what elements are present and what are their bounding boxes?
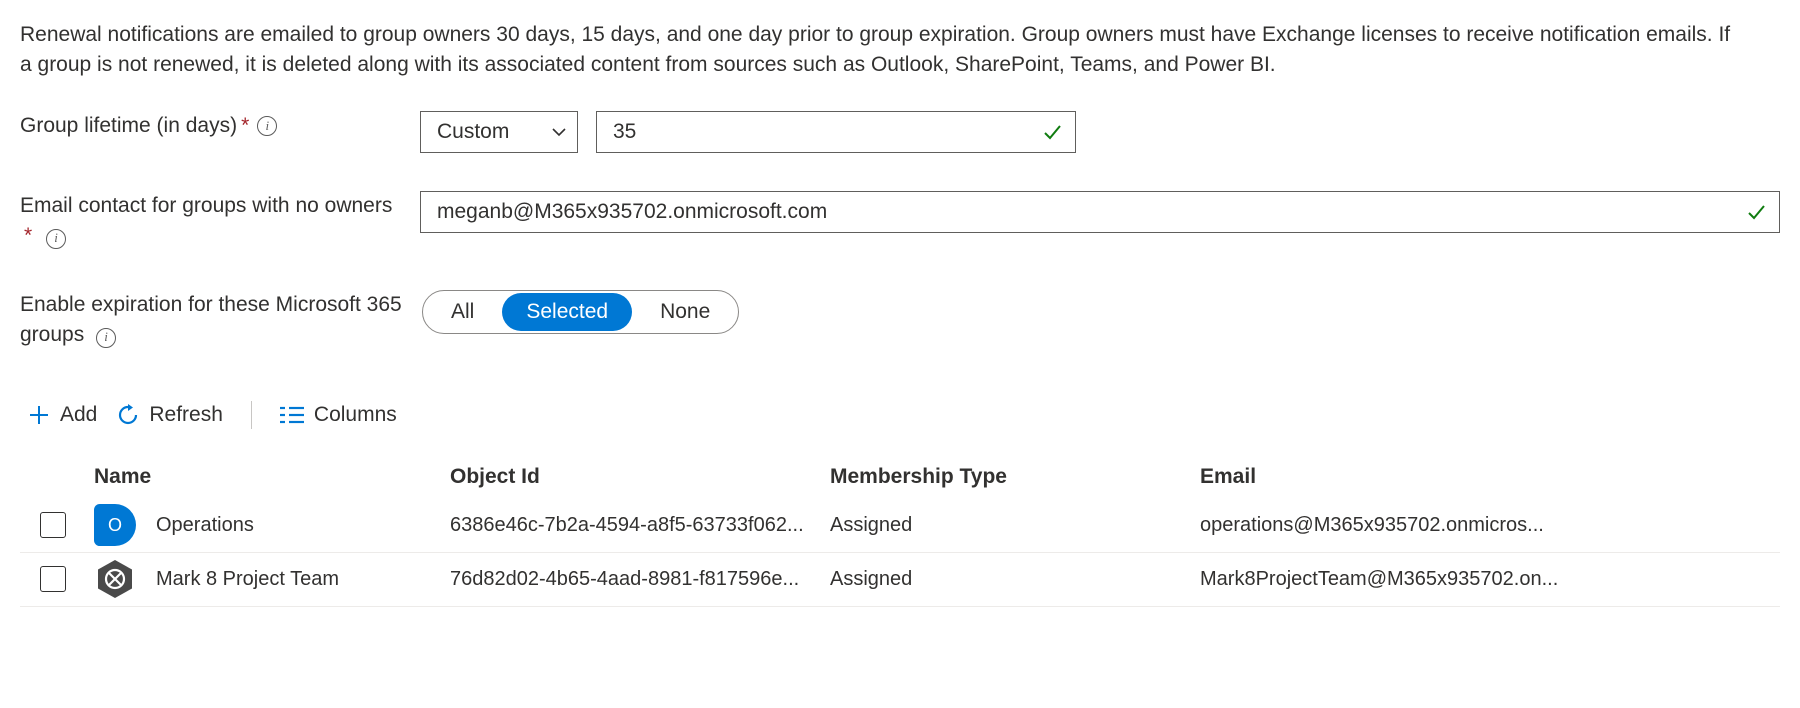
table-header-row: Name Object Id Membership Type Email xyxy=(20,455,1780,499)
chevron-down-icon xyxy=(551,124,567,140)
row-mtype: Assigned xyxy=(830,568,1200,591)
toggle-selected[interactable]: Selected xyxy=(502,293,632,331)
lifetime-mode-value: Custom xyxy=(437,120,509,144)
toggle-all[interactable]: All xyxy=(423,291,502,333)
refresh-label: Refresh xyxy=(149,403,223,427)
row-name: Mark 8 Project Team xyxy=(156,568,339,591)
col-header-name[interactable]: Name xyxy=(80,465,450,489)
row-objid: 76d82d02-4b65-4aad-8981-f817596e... xyxy=(450,568,830,591)
enable-expiration-label: Enable expiration for these Microsoft 36… xyxy=(20,293,402,346)
intro-text: Renewal notifications are emailed to gro… xyxy=(20,20,1740,81)
plus-icon xyxy=(28,404,50,426)
row-name: Operations xyxy=(156,514,254,537)
row-mtype: Assigned xyxy=(830,514,1200,537)
col-header-mtype[interactable]: Membership Type xyxy=(830,465,1200,489)
expiration-scope-toggle: All Selected None xyxy=(422,290,739,334)
table-row[interactable]: Mark 8 Project Team 76d82d02-4b65-4aad-8… xyxy=(20,553,1780,607)
col-header-email[interactable]: Email xyxy=(1200,465,1780,489)
lifetime-mode-dropdown[interactable]: Custom xyxy=(420,111,578,153)
email-contact-value: meganb@M365x935702.onmicrosoft.com xyxy=(437,200,1745,224)
info-icon[interactable]: i xyxy=(96,328,116,348)
add-button[interactable]: Add xyxy=(28,403,97,427)
columns-icon xyxy=(280,404,304,426)
lifetime-value: 35 xyxy=(613,120,1041,144)
email-contact-label: Email contact for groups with no owners xyxy=(20,194,392,217)
toolbar-separator xyxy=(251,401,252,429)
email-contact-input[interactable]: meganb@M365x935702.onmicrosoft.com xyxy=(420,191,1780,233)
check-icon xyxy=(1041,121,1063,143)
row-checkbox[interactable] xyxy=(40,512,66,538)
refresh-button[interactable]: Refresh xyxy=(117,403,223,427)
columns-button[interactable]: Columns xyxy=(280,403,397,427)
row-email: Mark8ProjectTeam@M365x935702.on... xyxy=(1200,568,1780,591)
row-objid: 6386e46c-7b2a-4594-a8f5-63733f062... xyxy=(450,514,830,537)
group-lifetime-label: Group lifetime (in days) xyxy=(20,111,237,141)
table-row[interactable]: O Operations 6386e46c-7b2a-4594-a8f5-637… xyxy=(20,499,1780,553)
lifetime-value-input[interactable]: 35 xyxy=(596,111,1076,153)
group-avatar xyxy=(94,558,136,600)
row-checkbox[interactable] xyxy=(40,566,66,592)
refresh-icon xyxy=(117,404,139,426)
toggle-none[interactable]: None xyxy=(632,291,738,333)
required-asterisk: * xyxy=(24,224,32,247)
col-header-objid[interactable]: Object Id xyxy=(450,465,830,489)
required-asterisk: * xyxy=(241,111,249,141)
columns-label: Columns xyxy=(314,403,397,427)
row-email: operations@M365x935702.onmicros... xyxy=(1200,514,1780,537)
add-label: Add xyxy=(60,403,97,427)
info-icon[interactable]: i xyxy=(257,116,277,136)
group-avatar: O xyxy=(94,504,136,546)
groups-table: Name Object Id Membership Type Email O O… xyxy=(20,455,1780,607)
check-icon xyxy=(1745,201,1767,223)
info-icon[interactable]: i xyxy=(46,229,66,249)
